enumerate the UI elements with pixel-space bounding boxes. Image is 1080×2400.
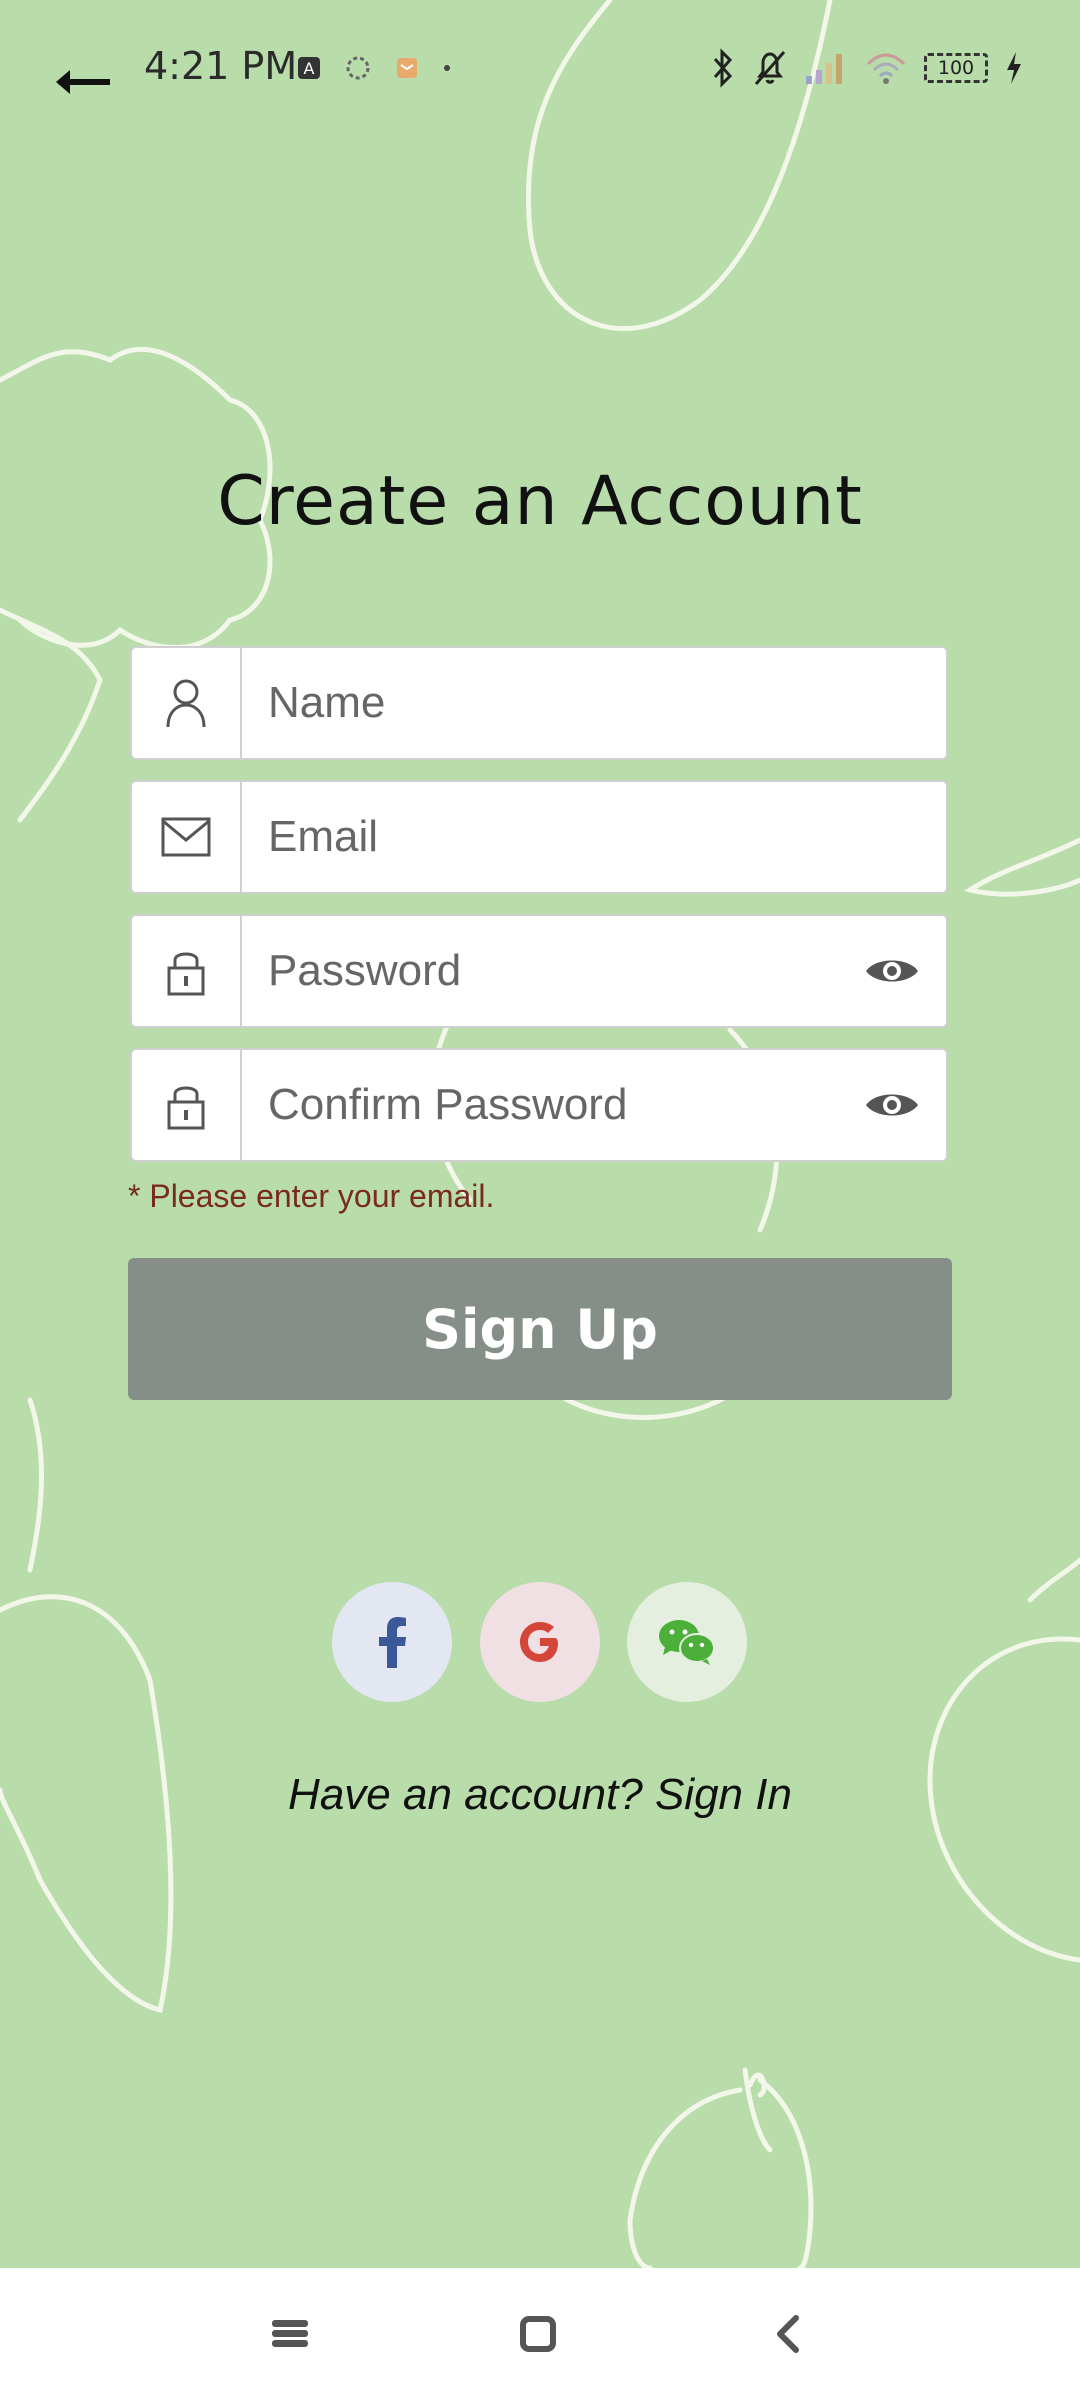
password-input[interactable] bbox=[268, 916, 828, 1026]
facebook-login-button[interactable] bbox=[332, 1582, 452, 1702]
back-button[interactable] bbox=[52, 60, 116, 100]
wifi-icon bbox=[866, 53, 906, 84]
lock-icon bbox=[167, 1086, 205, 1130]
eye-icon bbox=[866, 1094, 918, 1116]
dot-icon bbox=[444, 65, 450, 71]
wechat-login-button[interactable] bbox=[627, 1582, 747, 1702]
bluetooth-icon bbox=[713, 48, 733, 88]
google-icon bbox=[520, 1622, 558, 1662]
battery-level: 100 bbox=[937, 57, 975, 79]
sign-in-link[interactable]: Have an account? Sign In bbox=[0, 1770, 1080, 1820]
eye-icon bbox=[866, 960, 918, 982]
nav-menu-button[interactable] bbox=[260, 2306, 320, 2362]
confirm-icon-cell bbox=[132, 1050, 242, 1160]
silent-bell-icon bbox=[754, 51, 786, 85]
status-left-icons: A bbox=[296, 50, 452, 86]
sign-up-button[interactable]: Sign Up bbox=[128, 1258, 952, 1400]
confirm-password-field[interactable] bbox=[130, 1048, 948, 1162]
battery-indicator: 100 bbox=[924, 53, 988, 83]
charging-icon bbox=[1007, 52, 1021, 84]
status-right-icons: 100 bbox=[710, 46, 1024, 90]
email-field[interactable] bbox=[130, 780, 948, 894]
back-arrow-icon bbox=[56, 70, 110, 94]
user-icon bbox=[166, 679, 206, 728]
back-icon bbox=[777, 2315, 799, 2353]
facebook-icon bbox=[379, 1617, 406, 1668]
notification-a-icon: A bbox=[298, 57, 320, 79]
status-time: 4:21 PM bbox=[144, 44, 298, 88]
password-field[interactable] bbox=[130, 914, 948, 1028]
circle-app-icon bbox=[346, 56, 370, 80]
email-input[interactable] bbox=[268, 782, 828, 892]
password-icon-cell bbox=[132, 916, 242, 1026]
confirm-password-input[interactable] bbox=[268, 1050, 828, 1160]
svg-text:A: A bbox=[304, 59, 315, 78]
mail-app-icon bbox=[397, 58, 417, 78]
form-error-message: * Please enter your email. bbox=[128, 1178, 495, 1214]
page-title: Create an Account bbox=[217, 462, 863, 541]
signal-icon bbox=[806, 54, 842, 84]
google-login-button[interactable] bbox=[480, 1582, 600, 1702]
home-icon bbox=[520, 2316, 556, 2352]
wechat-icon bbox=[659, 1620, 715, 1665]
status-bar: 4:21 PM A 100 bbox=[0, 0, 1080, 135]
name-input[interactable] bbox=[268, 648, 828, 758]
envelope-icon bbox=[161, 817, 211, 857]
system-nav-bar bbox=[0, 2268, 1080, 2400]
name-field[interactable] bbox=[130, 646, 948, 760]
name-icon-cell bbox=[132, 648, 242, 758]
password-visibility-toggle[interactable] bbox=[864, 948, 920, 994]
menu-icon bbox=[272, 2320, 308, 2347]
nav-back-button[interactable] bbox=[757, 2306, 817, 2362]
nav-home-button[interactable] bbox=[508, 2306, 568, 2362]
lock-icon bbox=[167, 952, 205, 996]
email-icon-cell bbox=[132, 782, 242, 892]
confirm-visibility-toggle[interactable] bbox=[864, 1082, 920, 1128]
